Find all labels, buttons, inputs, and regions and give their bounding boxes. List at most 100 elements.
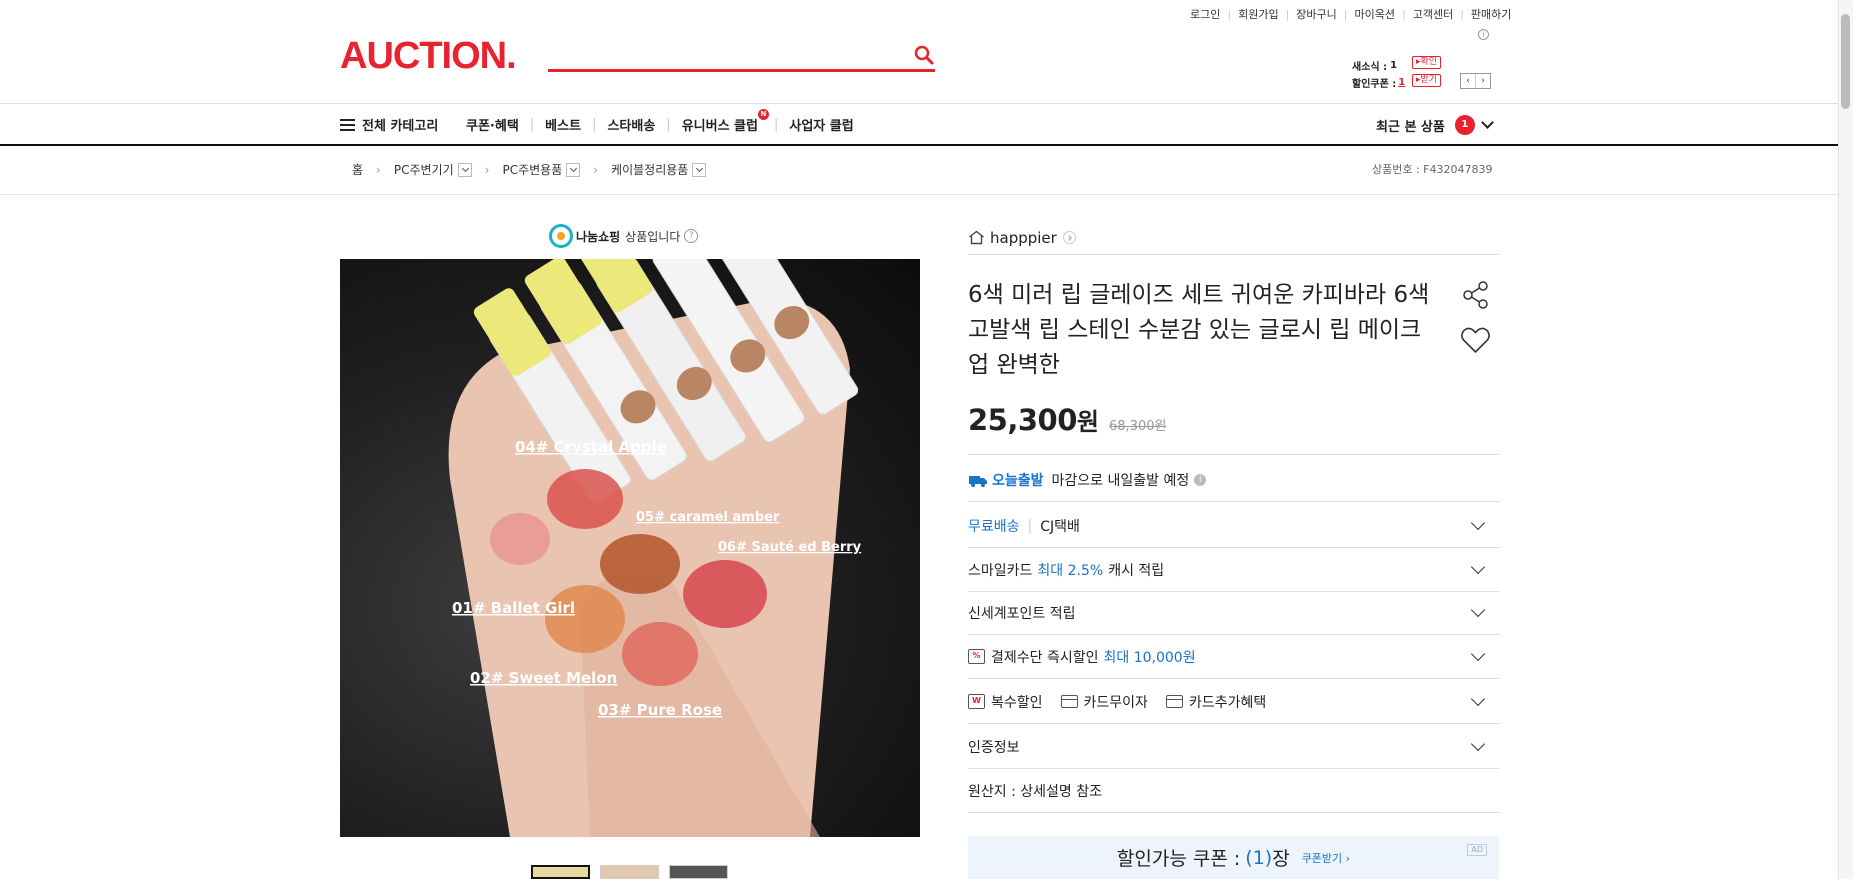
recent-count-badge: 1 xyxy=(1454,115,1475,135)
nav-best[interactable]: 베스트 xyxy=(545,115,581,134)
coupon-count[interactable]: 1 xyxy=(1398,77,1405,88)
chevron-down-icon xyxy=(1470,646,1486,662)
seller-name: happpier xyxy=(990,228,1057,247)
share-icon[interactable] xyxy=(1461,280,1491,310)
heart-icon[interactable] xyxy=(1460,326,1491,355)
price-unit: 원 xyxy=(1076,408,1100,436)
breadcrumb-home[interactable]: 홈 xyxy=(352,161,363,178)
product-id: 상품번호 : F432047839 xyxy=(1372,163,1493,176)
all-category-label: 전체 카테고리 xyxy=(362,119,439,134)
smilecard-suffix: 캐시 적립 xyxy=(1108,562,1165,579)
product-title: 6색 미러 립 글레이즈 세트 귀여운 카피바라 6색 고발색 립 스테인 수분… xyxy=(968,282,1430,378)
free-shipping-label: 무료배송 xyxy=(968,518,1020,535)
share-shopping-banner: 나눔쇼핑 상품입니다 ? xyxy=(549,224,699,248)
search-bar xyxy=(548,38,935,72)
sale-price: 25,300 xyxy=(968,403,1077,437)
thumbnail[interactable] xyxy=(531,865,590,879)
certification-label: 인증정보 xyxy=(968,739,1020,756)
help-icon[interactable]: ? xyxy=(684,229,699,243)
chevron-down-icon xyxy=(1470,515,1486,531)
swatch-label: 03# Pure Rose xyxy=(598,701,722,719)
smilecard-row[interactable]: 스마일카드 최대 2.5% 캐시 적립 xyxy=(968,548,1499,592)
recent-label: 최근 본 상품 xyxy=(1376,119,1445,135)
chevron-down-icon xyxy=(1470,691,1486,707)
discount-icon: % xyxy=(968,649,985,664)
info-icon[interactable]: i xyxy=(1478,29,1489,40)
product-main-image[interactable]: 04# Crystal Apple 05# caramel amber 06# … xyxy=(340,259,920,837)
dropdown-icon[interactable] xyxy=(457,162,472,177)
news-info: 새소식 :1 xyxy=(1352,58,1397,73)
scrollbar[interactable] xyxy=(1838,0,1853,879)
next-arrow-icon[interactable]: › xyxy=(1476,74,1490,88)
nanum-icon xyxy=(549,224,573,248)
benefits-row[interactable]: W 복수할인 카드무이자 카드추가혜택 xyxy=(968,680,1499,724)
payment-discount-row[interactable]: % 결제수단 즉시할인 최대 10,000원 xyxy=(968,635,1499,679)
news-label: 새소식 : xyxy=(1352,62,1388,73)
multi-discount-label: 복수할인 xyxy=(991,694,1043,711)
breadcrumb-bar: 홈 › PC주변기기 › PC주변용품 › 케이블정리용품 xyxy=(0,147,1838,195)
ssg-point-row[interactable]: 신세계포인트 적립 xyxy=(968,591,1499,635)
coupon-receive-button[interactable]: ▸받기 xyxy=(1412,74,1442,87)
multi-discount-icon: W xyxy=(968,694,985,709)
nanum-logo: 나눔쇼핑 xyxy=(549,224,620,248)
original-price: 68,300원 xyxy=(1109,419,1167,434)
seller-link[interactable]: happpier xyxy=(968,227,1499,255)
origin-row: 원산지 : 상세설명 참조 xyxy=(968,769,1499,813)
nav-star-delivery[interactable]: 스타배송 xyxy=(607,115,655,134)
coupon-get-link[interactable]: 쿠폰받기 › xyxy=(1302,850,1350,866)
nav-coupon-benefit[interactable]: 쿠폰·혜택 xyxy=(466,115,519,134)
nav-business-club[interactable]: 사업자 클럽 xyxy=(789,115,853,134)
search-input[interactable] xyxy=(548,38,888,68)
customer-center-link[interactable]: 고객센터 xyxy=(1413,6,1453,22)
scrollbar-thumb[interactable] xyxy=(1841,14,1850,109)
news-confirm-button[interactable]: ▸확인 xyxy=(1412,56,1442,69)
nav-links: 쿠폰·혜택 | 베스트 | 스타배송 | 유니버스 클럽 N | 사업자 클럽 xyxy=(466,109,854,134)
dropdown-icon[interactable] xyxy=(692,162,707,177)
info-icon[interactable]: i xyxy=(1194,473,1207,486)
login-link[interactable]: 로그인 xyxy=(1190,6,1220,22)
today-shipping-badge: 오늘출발 xyxy=(992,472,1044,489)
swatch-label: 05# caramel amber xyxy=(636,510,780,525)
chevron-down-icon xyxy=(1470,602,1486,618)
thumbnail-list xyxy=(531,865,728,879)
swatch-label: 04# Crystal Apple xyxy=(515,438,667,456)
search-icon[interactable] xyxy=(913,44,935,66)
thumbnail[interactable] xyxy=(600,865,659,879)
mini-pager: ‹ › xyxy=(1460,73,1491,89)
truck-icon xyxy=(969,475,987,487)
card-plus-icon xyxy=(1165,695,1183,708)
card-benefit-label: 카드추가혜택 xyxy=(1188,694,1267,711)
my-auction-link[interactable]: 마이옥션 xyxy=(1355,6,1395,22)
origin-label: 원산지 : 상세설명 참조 xyxy=(968,783,1102,800)
coupon-banner[interactable]: 할인가능 쿠폰 : (1) 장 쿠폰받기 › AD xyxy=(968,836,1499,879)
share-banner-text: 상품입니다 xyxy=(625,229,681,244)
prev-arrow-icon[interactable]: ‹ xyxy=(1461,74,1476,88)
coupon-banner-label: 할인가능 쿠폰 : xyxy=(1116,848,1241,870)
coupon-label: 할인쿠폰 : xyxy=(1352,79,1397,90)
chevron-down-icon xyxy=(1480,116,1494,129)
smilecard-label: 스마일카드 xyxy=(968,562,1033,579)
today-shipping-row: 오늘출발 마감으로 내일출발 예정 i xyxy=(968,458,1499,502)
breadcrumb-item-2[interactable]: PC주변용품 xyxy=(502,161,562,178)
chevron-right-icon xyxy=(1062,231,1076,244)
certification-row[interactable]: 인증정보 xyxy=(968,725,1499,769)
main-nav: 전체 카테고리 쿠폰·혜택 | 베스트 | 스타배송 | 유니버스 클럽 N | 사업자 … xyxy=(0,103,1838,146)
dropdown-icon[interactable] xyxy=(566,162,581,177)
payment-max: 최대 10,000원 xyxy=(1103,649,1196,666)
thumbnail[interactable] xyxy=(669,865,728,879)
all-category-button[interactable]: 전체 카테고리 xyxy=(340,115,438,134)
nav-universe-club[interactable]: 유니버스 클럽 N xyxy=(682,109,769,134)
sell-link[interactable]: 판매하기 xyxy=(1471,6,1511,22)
auction-logo[interactable]: AUCTION. xyxy=(340,34,517,78)
coupon-banner-count: (1) xyxy=(1245,846,1273,869)
cart-link[interactable]: 장바구니 xyxy=(1296,6,1336,22)
recent-viewed-button[interactable]: 최근 본 상품 1 xyxy=(1376,115,1494,135)
breadcrumb-item-1[interactable]: PC주변기기 xyxy=(394,161,454,178)
delivery-row[interactable]: 무료배송 | CJ택배 xyxy=(968,504,1499,548)
breadcrumb-item-3[interactable]: 케이블정리용품 xyxy=(611,161,688,178)
ad-badge: AD xyxy=(1467,844,1487,856)
chevron-down-icon xyxy=(1470,736,1486,752)
signup-link[interactable]: 회원가입 xyxy=(1238,6,1278,22)
new-badge: N xyxy=(757,109,769,120)
news-count: 1 xyxy=(1390,60,1398,71)
